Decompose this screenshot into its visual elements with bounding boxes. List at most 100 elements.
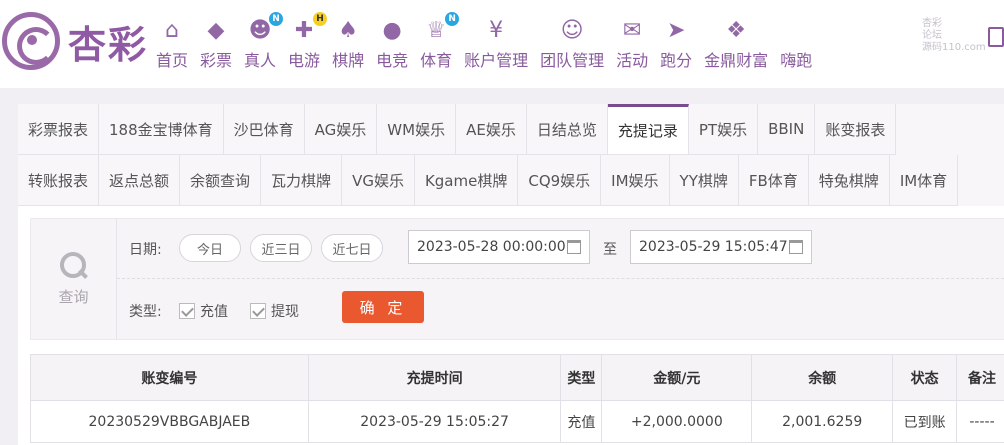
date-range-separator: 至 [603,242,617,258]
tab-row-2: 转账报表 返点总额 余额查询 瓦力棋牌 VG娱乐 Kgame棋牌 CQ9娱乐 I… [18,155,959,206]
nav-label: 活动 [616,51,649,70]
nav-label: 金鼎财富 [704,51,769,70]
last-3-days-button[interactable]: 近三日 [250,234,312,262]
table-row: 20230529VBBGABJAEB 2023-05-29 15:05:27 充… [30,400,1004,443]
report-panel: 彩票报表 188金宝博体育 沙巴体育 AG娱乐 WM娱乐 AE娱乐 日结总览 充… [18,104,1004,445]
col-header-type: 类型 [560,354,603,401]
nav-label: 电游 [288,51,321,70]
tab-account-change-report[interactable]: 账变报表 [815,104,897,155]
tab-im-sports[interactable]: IM体育 [889,155,959,206]
withdraw-checkbox[interactable]: 提现 [250,301,299,321]
tab-im[interactable]: IM娱乐 [601,155,670,206]
wealth-icon: ❖ [726,17,747,43]
end-date-input[interactable]: 2023-05-29 15:05:47 [630,230,812,264]
type-row: 类型: 充值 提现 确 定 [117,279,1004,339]
tab-ag[interactable]: AG娱乐 [304,104,378,155]
calendar-icon [789,240,803,254]
col-header-time: 充提时间 [307,354,562,401]
nav-item-live[interactable]: ☻ N 真人 [244,12,284,72]
tab-yy-cards[interactable]: YY棋牌 [669,155,739,206]
brand-logo[interactable]: 杏彩 [2,12,148,70]
search-icon [59,251,88,280]
nav-item-cards[interactable]: ♠ 棋牌 [332,16,364,72]
nav-item-wealth[interactable]: ❖ 金鼎财富 [704,16,768,72]
end-date-value: 2023-05-29 15:05:47 [639,239,788,255]
query-filter: 查询 日期: 今日 近三日 近七日 2023-05-28 00:00:00 至 … [30,218,1004,340]
tab-pt[interactable]: PT娱乐 [688,104,759,155]
nav-item-esports[interactable]: ● 电竞 [376,16,408,72]
tab-deposit-withdraw-records[interactable]: 充提记录 [607,104,689,155]
cell-remark: ----- [956,400,1004,443]
withdraw-checkbox-label: 提现 [271,304,299,320]
date-row: 日期: 今日 近三日 近七日 2023-05-28 00:00:00 至 202… [117,219,1004,279]
today-button[interactable]: 今日 [179,234,241,262]
main-nav: ⌂ 首页 ◆ 彩票 ☻ N 真人 ✚ H 电游 ♠ 棋牌 ● 电竞 ♕ N 体育 ¥ [150,12,818,72]
tab-wali-cards[interactable]: 瓦力棋牌 [261,155,343,206]
cards-icon: ♠ [338,17,358,43]
last-7-days-button[interactable]: 近七日 [321,234,383,262]
trophy-icon: ♕ N [420,12,460,44]
tab-rebate-total[interactable]: 返点总额 [99,155,181,206]
query-section: 查询 [31,219,117,339]
tab-saba-sports[interactable]: 沙巴体育 [223,104,305,155]
date-label: 日期: [129,242,162,258]
tab-fb-sports[interactable]: FB体育 [738,155,809,206]
cell-time: 2023-05-29 15:05:27 [307,400,562,443]
tab-transfer-report[interactable]: 转账报表 [18,155,100,206]
nav-label: 团队管理 [540,51,605,70]
tab-balance-query[interactable]: 余额查询 [180,155,262,206]
hot-badge: H [313,12,328,26]
start-date-input[interactable]: 2023-05-28 00:00:00 [408,230,590,264]
nav-item-promo[interactable]: ✉ 活动 [616,16,648,72]
cell-transaction-id: 20230529VBBGABJAEB [30,400,309,443]
report-tabs: 彩票报表 188金宝博体育 沙巴体育 AG娱乐 WM娱乐 AE娱乐 日结总览 充… [18,104,1004,206]
account-yen-icon: ¥ [489,17,504,43]
logo-mark-icon [2,12,60,70]
gamepad-icon: ✚ H [288,12,328,44]
nav-item-team[interactable]: ☺ 团队管理 [540,16,604,72]
nav-item-score[interactable]: ➤ 跑分 [660,16,692,72]
phone-icon[interactable] [988,27,1004,47]
tab-kgame-cards[interactable]: Kgame棋牌 [414,155,519,206]
nav-item-run[interactable]: 嗨跑 [780,16,812,72]
col-header-remark: 备注 [956,354,1004,401]
tab-bbin[interactable]: BBIN [758,104,816,155]
query-label: 查询 [58,287,89,306]
start-date-value: 2023-05-28 00:00:00 [417,239,566,255]
team-icon: ☺ [560,17,584,43]
tab-ae[interactable]: AE娱乐 [456,104,527,155]
nav-item-lottery[interactable]: ◆ 彩票 [200,16,232,72]
nav-label: 账户管理 [464,51,529,70]
records-table: 账变编号 充提时间 类型 金额/元 余额 状态 备注 20230529VBBGA… [30,354,1004,443]
tab-vg[interactable]: VG娱乐 [342,155,415,206]
cell-amount: +2,000.0000 [601,400,753,443]
tab-188bet-sports[interactable]: 188金宝博体育 [99,104,224,155]
tab-daily-summary[interactable]: 日结总览 [526,104,608,155]
nav-item-home[interactable]: ⌂ 首页 [156,16,188,72]
tab-lottery-report[interactable]: 彩票报表 [18,104,100,155]
nav-label: 跑分 [660,51,693,70]
run-icon [780,16,812,44]
type-label: 类型: [129,304,162,320]
nav-label: 嗨跑 [780,51,813,70]
nav-label: 首页 [156,51,189,70]
tab-tetu-cards[interactable]: 特兔棋牌 [808,155,890,206]
checkbox-icon [250,303,266,319]
nav-label: 彩票 [200,51,233,70]
calendar-icon [567,240,581,254]
nav-label: 真人 [244,51,277,70]
tab-wm[interactable]: WM娱乐 [377,104,457,155]
lottery-ticket-icon: ◆ [207,17,225,43]
confirm-button[interactable]: 确 定 [342,291,424,323]
deposit-checkbox-label: 充值 [200,304,228,320]
nav-item-slots[interactable]: ✚ H 电游 [288,12,328,72]
new-badge: N [445,12,460,26]
tab-cq9[interactable]: CQ9娱乐 [518,155,602,206]
checkbox-icon [179,303,195,319]
tab-row-1: 彩票报表 188金宝博体育 沙巴体育 AG娱乐 WM娱乐 AE娱乐 日结总览 充… [18,104,897,155]
nav-item-sports[interactable]: ♕ N 体育 [420,12,460,72]
cell-balance: 2,001.6259 [751,400,894,443]
nav-item-account[interactable]: ¥ 账户管理 [464,16,528,72]
col-header-status: 状态 [892,354,958,401]
deposit-checkbox[interactable]: 充值 [179,301,228,321]
